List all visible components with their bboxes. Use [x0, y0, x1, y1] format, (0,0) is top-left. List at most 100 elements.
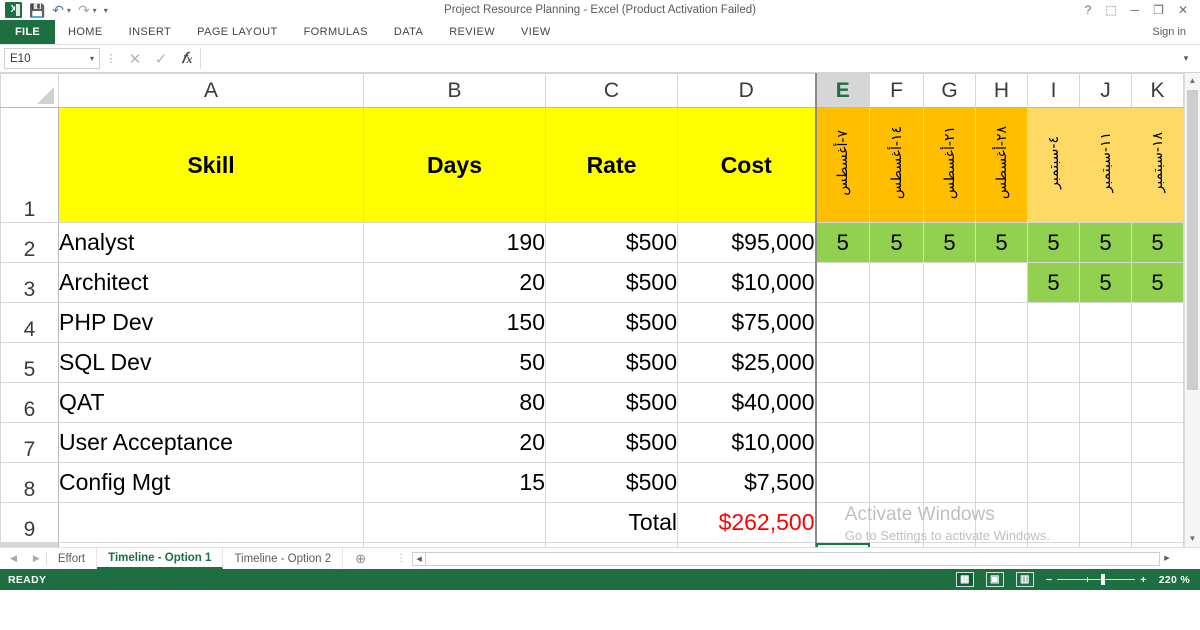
nav-last-sheet-icon[interactable]: ▶: [33, 553, 40, 564]
cell-e5-alloc[interactable]: [815, 342, 870, 383]
formula-input[interactable]: [200, 48, 1176, 69]
tab-formulas[interactable]: FORMULAS: [291, 20, 381, 44]
cell-j7-alloc[interactable]: [1079, 422, 1132, 463]
sheet-tab-effort[interactable]: Effort: [47, 548, 98, 569]
scroll-up-icon[interactable]: ▲: [1185, 73, 1200, 89]
cell-k1-date-header[interactable]: ١٨-سبتمبر: [1131, 107, 1184, 223]
cell-f4-alloc[interactable]: [869, 302, 924, 343]
cell-i4-alloc[interactable]: [1027, 302, 1080, 343]
cell-e1-date-header[interactable]: ٧-أغسطس: [815, 107, 870, 223]
cell-c4-rate[interactable]: $500: [545, 302, 678, 343]
cell-d5-cost[interactable]: $25,000: [677, 342, 817, 383]
cell-c2-rate[interactable]: $500: [545, 222, 678, 263]
cell-a1-skill-header[interactable]: Skill: [58, 107, 364, 223]
cell-f10-empty[interactable]: [869, 542, 924, 547]
tab-insert[interactable]: INSERT: [116, 20, 185, 44]
cell-g4-alloc[interactable]: [923, 302, 976, 343]
zoom-slider[interactable]: − +: [1046, 574, 1147, 586]
cell-c5-rate[interactable]: $500: [545, 342, 678, 383]
cell-d3-cost[interactable]: $10,000: [677, 262, 817, 303]
name-box[interactable]: E10 ▾: [4, 48, 100, 69]
cell-c9-total-label[interactable]: Total: [545, 502, 678, 543]
cell-e3-alloc[interactable]: [815, 262, 870, 303]
page-layout-view-button[interactable]: ▣: [985, 572, 1004, 587]
cell-f6-alloc[interactable]: [869, 382, 924, 423]
cell-j5-alloc[interactable]: [1079, 342, 1132, 383]
cell-d1-cost-header[interactable]: Cost: [677, 107, 817, 223]
cell-d8-cost[interactable]: $7,500: [677, 462, 817, 503]
row-header-8[interactable]: 8: [0, 462, 59, 503]
cell-h7-alloc[interactable]: [975, 422, 1028, 463]
undo-icon[interactable]: ↶: [52, 3, 64, 17]
zoom-in-icon[interactable]: +: [1140, 574, 1146, 586]
cell-d7-cost[interactable]: $10,000: [677, 422, 817, 463]
column-header-b[interactable]: B: [363, 73, 546, 108]
cell-f8-alloc[interactable]: [869, 462, 924, 503]
row-header-9[interactable]: 9: [0, 502, 59, 543]
cell-k6-alloc[interactable]: [1131, 382, 1184, 423]
cell-f5-alloc[interactable]: [869, 342, 924, 383]
cell-i2-alloc[interactable]: 5: [1027, 222, 1080, 263]
cell-g6-alloc[interactable]: [923, 382, 976, 423]
vertical-scroll-thumb[interactable]: [1187, 90, 1198, 390]
cell-k5-alloc[interactable]: [1131, 342, 1184, 383]
cell-i6-alloc[interactable]: [1027, 382, 1080, 423]
cell-e9-empty[interactable]: [815, 502, 870, 543]
sign-in-button[interactable]: Sign in: [1152, 20, 1200, 44]
cell-f1-date-header[interactable]: ١٤-أغسطس: [869, 107, 924, 223]
cell-h6-alloc[interactable]: [975, 382, 1028, 423]
cell-g1-date-header[interactable]: ٢١-أغسطس: [923, 107, 976, 223]
cell-b9-empty[interactable]: [363, 502, 546, 543]
cell-d6-cost[interactable]: $40,000: [677, 382, 817, 423]
restore-button[interactable]: ❐: [1153, 4, 1164, 16]
sheet-tab-options-icon[interactable]: ⋮: [390, 548, 412, 569]
add-sheet-icon[interactable]: ⊕: [343, 548, 378, 569]
tab-review[interactable]: REVIEW: [436, 20, 508, 44]
cell-f3-alloc[interactable]: [869, 262, 924, 303]
cell-k7-alloc[interactable]: [1131, 422, 1184, 463]
column-header-e[interactable]: E: [815, 73, 870, 108]
cell-c3-rate[interactable]: $500: [545, 262, 678, 303]
cell-j9-empty[interactable]: [1079, 502, 1132, 543]
column-header-f[interactable]: F: [869, 73, 924, 108]
cell-e7-alloc[interactable]: [815, 422, 870, 463]
help-button[interactable]: ?: [1085, 4, 1092, 16]
chevron-down-icon[interactable]: ▾: [90, 54, 94, 63]
cell-h3-alloc[interactable]: [975, 262, 1028, 303]
cell-d10-empty[interactable]: [677, 542, 817, 547]
page-break-preview-button[interactable]: ▥: [1015, 572, 1034, 587]
cell-h4-alloc[interactable]: [975, 302, 1028, 343]
zoom-out-icon[interactable]: −: [1046, 574, 1052, 586]
cell-f9-empty[interactable]: [869, 502, 924, 543]
sheet-tab-timeline-option-2[interactable]: Timeline - Option 2: [223, 548, 344, 569]
cell-j3-alloc[interactable]: 5: [1079, 262, 1132, 303]
column-header-i[interactable]: I: [1027, 73, 1080, 108]
cell-i10-empty[interactable]: [1027, 542, 1080, 547]
cell-c7-rate[interactable]: $500: [545, 422, 678, 463]
row-header-10[interactable]: 10: [0, 542, 59, 547]
column-header-d[interactable]: D: [677, 73, 817, 108]
cell-a3-skill[interactable]: Architect: [58, 262, 364, 303]
cell-h2-alloc[interactable]: 5: [975, 222, 1028, 263]
tab-file[interactable]: FILE: [0, 20, 55, 44]
insert-function-icon[interactable]: 𝑓x: [174, 50, 200, 68]
selected-cell-e10[interactable]: [815, 542, 870, 547]
cell-b4-days[interactable]: 150: [363, 302, 546, 343]
sheet-tab-timeline-option-1[interactable]: Timeline - Option 1: [97, 548, 224, 569]
cell-k2-alloc[interactable]: 5: [1131, 222, 1184, 263]
row-header-1[interactable]: 1: [0, 107, 59, 223]
cell-k8-alloc[interactable]: [1131, 462, 1184, 503]
cell-e2-alloc[interactable]: 5: [815, 222, 870, 263]
cell-a8-skill[interactable]: Config Mgt: [58, 462, 364, 503]
customize-qat-icon[interactable]: ▾: [104, 6, 108, 15]
cell-j6-alloc[interactable]: [1079, 382, 1132, 423]
cell-a5-skill[interactable]: SQL Dev: [58, 342, 364, 383]
cell-j8-alloc[interactable]: [1079, 462, 1132, 503]
cell-a6-skill[interactable]: QAT: [58, 382, 364, 423]
zoom-level-label[interactable]: 220 %: [1159, 574, 1190, 586]
cell-g5-alloc[interactable]: [923, 342, 976, 383]
cell-c1-rate-header[interactable]: Rate: [545, 107, 678, 223]
cell-a4-skill[interactable]: PHP Dev: [58, 302, 364, 343]
formula-bar-options-icon[interactable]: ⋮: [100, 52, 122, 65]
zoom-track[interactable]: [1057, 574, 1136, 585]
